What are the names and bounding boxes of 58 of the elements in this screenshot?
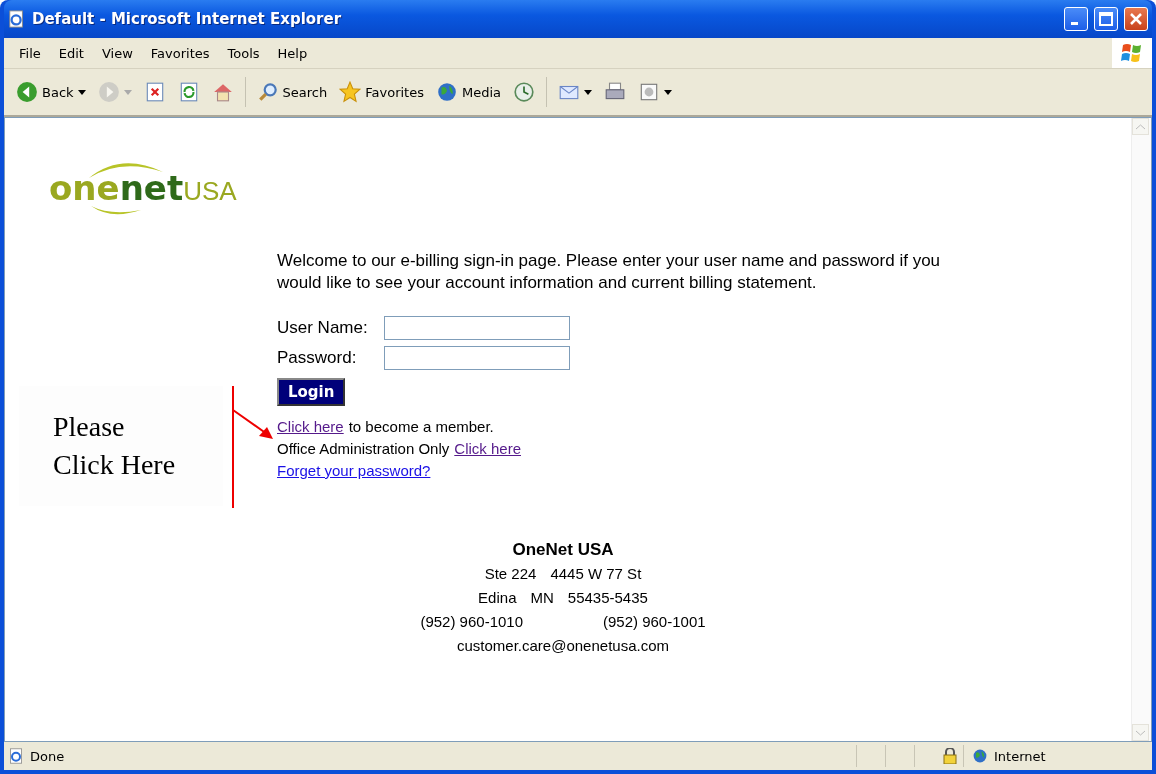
- annotation-text: Click Here: [53, 448, 177, 482]
- link[interactable]: Forget your password?: [277, 460, 431, 482]
- caret-icon: [664, 89, 672, 95]
- address-text: MN: [530, 588, 554, 608]
- browser-icon: [8, 10, 26, 28]
- address-text: (952) 960-1001: [603, 612, 706, 632]
- maximize-icon: [1099, 12, 1113, 26]
- input-field[interactable]: [384, 316, 570, 340]
- annotation-text: Please: [53, 410, 126, 444]
- input-field[interactable]: [384, 346, 570, 370]
- status-text: Done: [30, 748, 65, 764]
- minimize-icon: [1070, 21, 1078, 25]
- address-text: (952) 960-1010: [420, 612, 523, 632]
- window-title: Default - Microsoft Internet Explorer: [32, 10, 343, 28]
- link[interactable]: Click here: [277, 416, 344, 438]
- address-text: customer.care@onenetusa.com: [457, 636, 669, 656]
- address-text: Edina: [478, 588, 517, 608]
- link-caption: to become a member.: [348, 417, 494, 437]
- address-text: 55435-5435: [567, 588, 648, 608]
- link-caption: Office Administration Only: [277, 439, 450, 459]
- caret-icon: [77, 89, 86, 95]
- media-icon: [435, 81, 458, 103]
- welcome-text: Welcome to our e-billing sign-in page. Please enter your user name and password if you would like to see your account information and current billing statement.: [277, 250, 942, 294]
- field-label: User Name:: [277, 318, 369, 338]
- menu-item[interactable]: Help: [268, 43, 317, 63]
- field-label: Password:: [277, 348, 358, 368]
- caret-icon: [123, 89, 132, 95]
- page-icon: [8, 748, 24, 764]
- minimize-button[interactable]: [1064, 7, 1088, 31]
- menu-item[interactable]: File: [10, 43, 50, 63]
- lock-icon: [943, 748, 957, 764]
- company-logo: onenetUSA: [47, 158, 239, 222]
- windows-flag-logo: [1112, 38, 1152, 68]
- search-button[interactable]: Search: [252, 78, 332, 106]
- login-button[interactable]: Login: [277, 378, 346, 406]
- zone-text: Internet: [994, 748, 1046, 764]
- address-text: 4445 W 77 St: [550, 564, 642, 584]
- maximize-button[interactable]: [1094, 7, 1118, 31]
- caret-icon: [584, 89, 592, 95]
- edit-icon: [638, 81, 660, 103]
- address-text: Ste 224: [484, 564, 537, 584]
- company-name: OneNet USA: [512, 539, 614, 561]
- link[interactable]: Click here: [454, 438, 521, 460]
- favorites-button[interactable]: Favorites: [335, 78, 428, 106]
- close-button[interactable]: [1124, 7, 1148, 31]
- menu-item[interactable]: Edit: [49, 43, 93, 63]
- globe-icon: [972, 748, 988, 764]
- history-icon: [513, 81, 535, 103]
- favorites-icon: [339, 81, 362, 103]
- menu-item[interactable]: Tools: [218, 43, 269, 63]
- back-icon: [16, 81, 38, 103]
- menu-item[interactable]: View: [92, 43, 142, 63]
- media-button[interactable]: Media: [431, 78, 505, 106]
- menu-item[interactable]: Favorites: [141, 43, 219, 63]
- forward-icon: [97, 81, 120, 103]
- close-icon: [1129, 12, 1143, 26]
- back-button[interactable]: Back: [12, 78, 90, 106]
- search-icon: [256, 81, 279, 103]
